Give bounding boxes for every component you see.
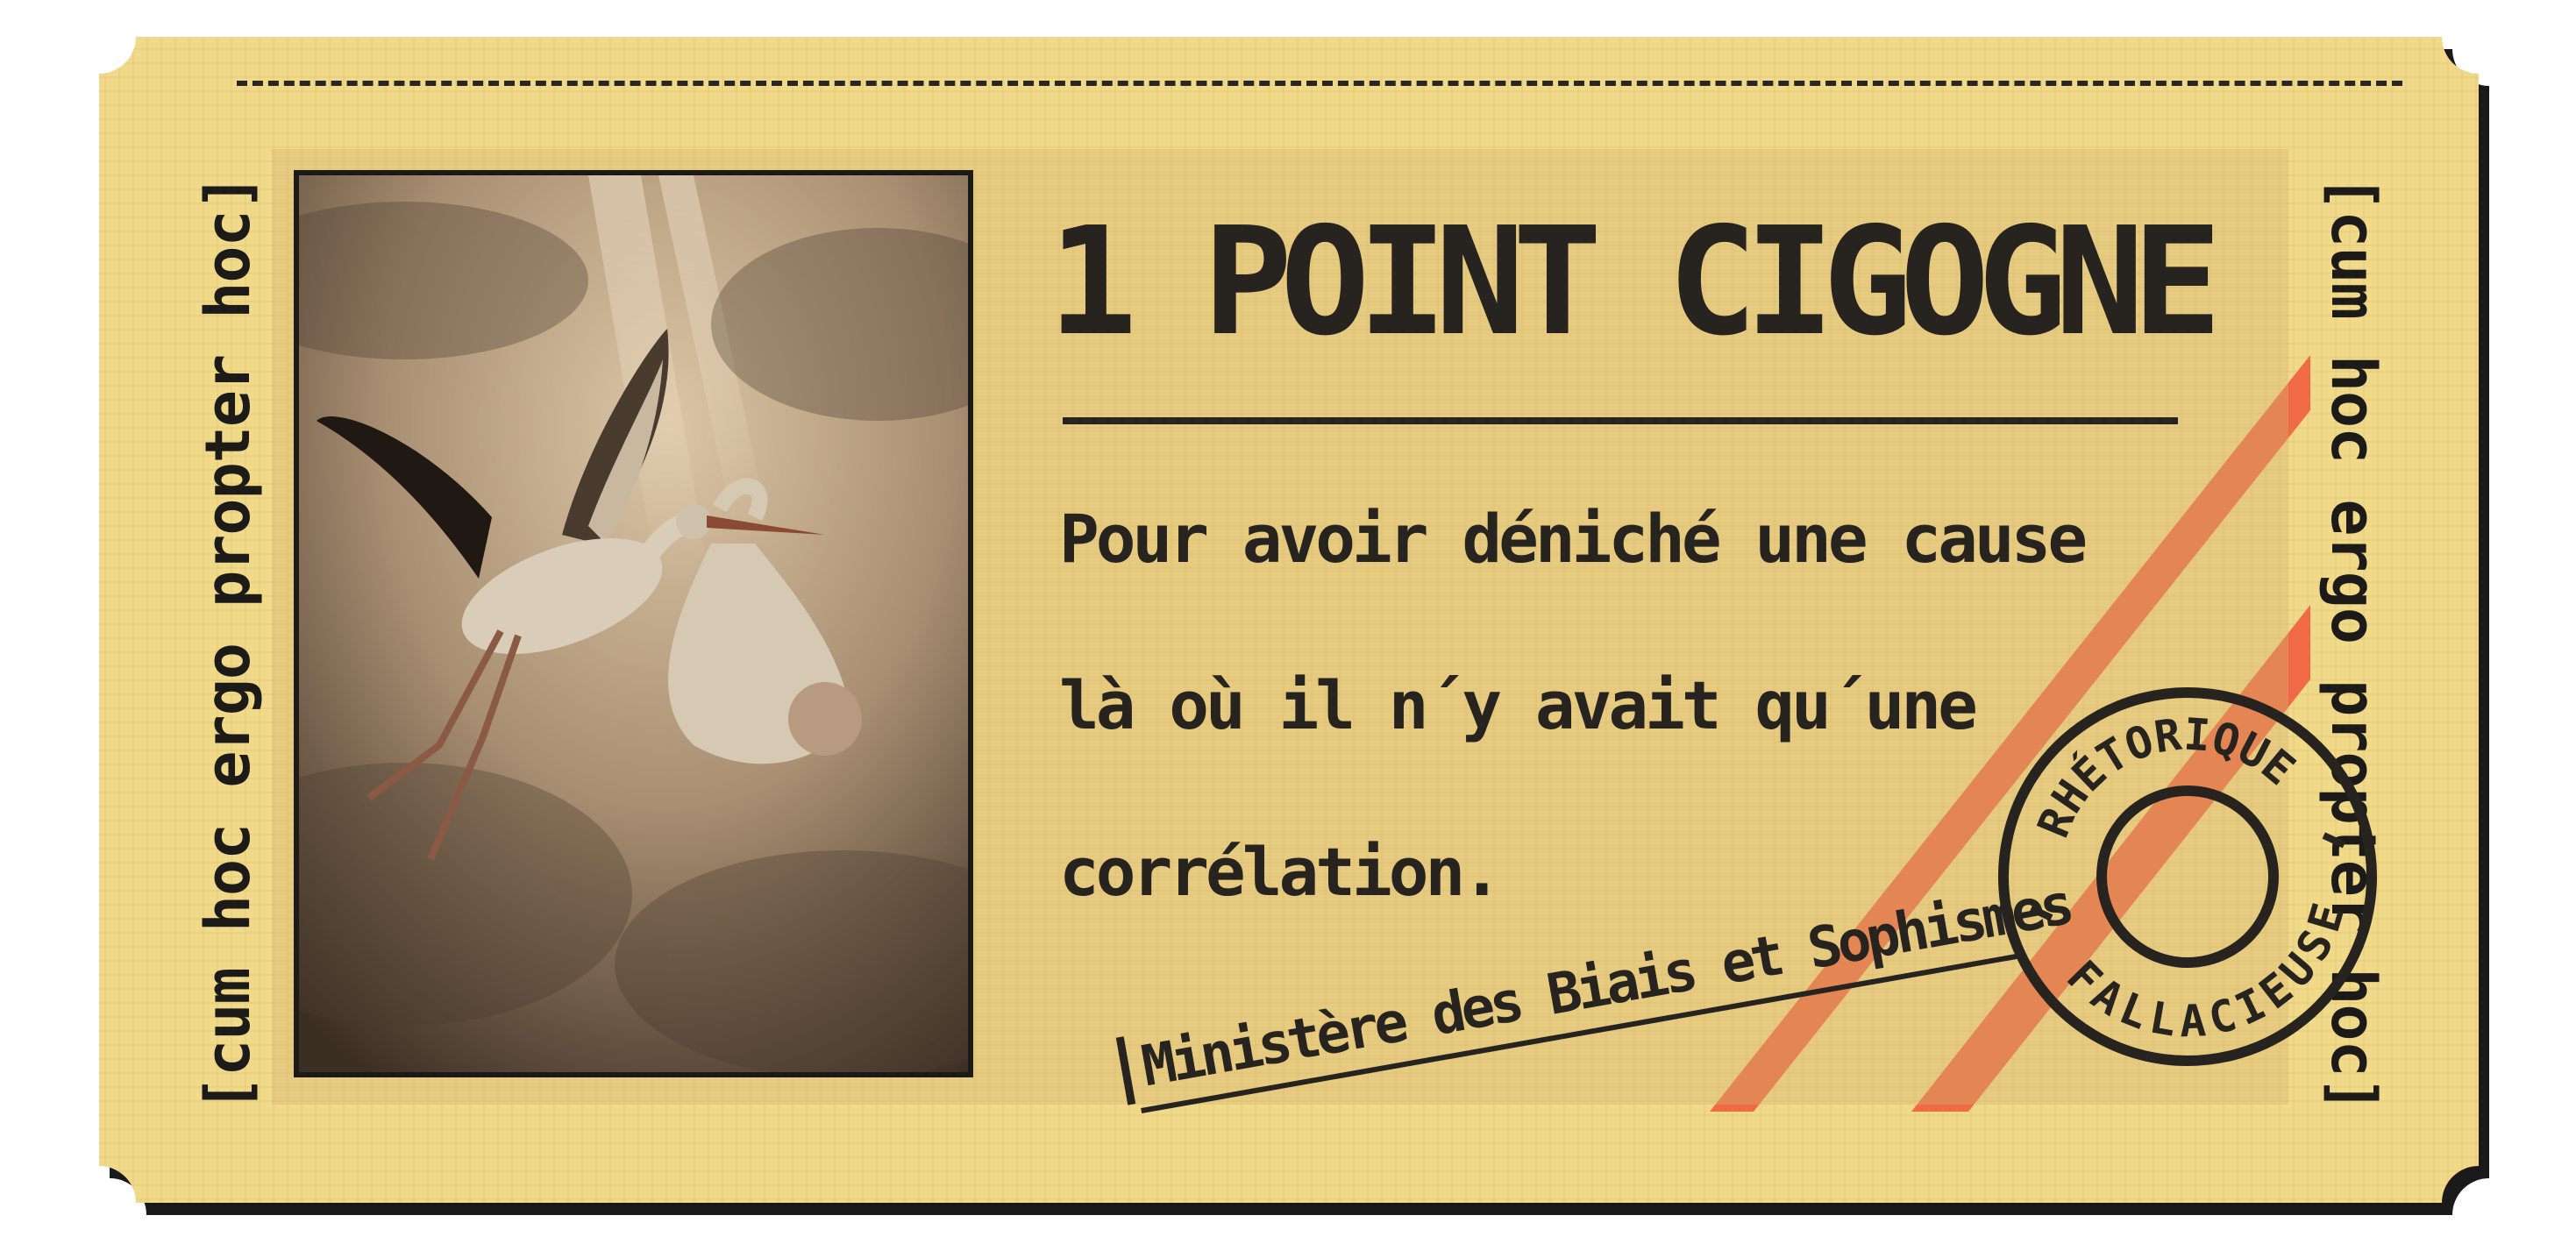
ticket-title: 1 POINT CIGOGNE	[1048, 195, 2222, 369]
stamp-text-bottom: FALLACIEUSE	[2051, 887, 2377, 1078]
stamp-mark-left	[2029, 905, 2053, 921]
description-line-1: Pour avoir déniché une cause	[1059, 500, 2088, 578]
title-underline	[1063, 417, 2178, 424]
perforation-line	[237, 81, 2402, 86]
stamp-mark-right	[2322, 832, 2346, 849]
stork-carrying-baby-image	[299, 175, 968, 1072]
rhetoric-stamp: RHÉTORIQUE FALLACIEUSE	[1998, 679, 2377, 1078]
side-text-left: [cum hoc ergo propter hoc]	[192, 174, 264, 1112]
stork-photo	[294, 170, 973, 1077]
